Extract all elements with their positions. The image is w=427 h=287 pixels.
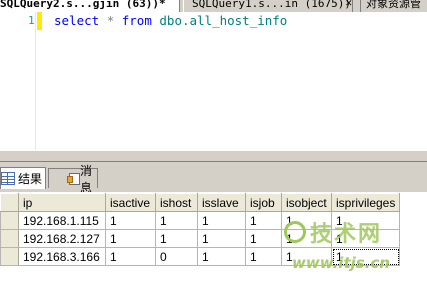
message-icon xyxy=(67,172,80,186)
row-selector[interactable] xyxy=(0,247,19,266)
results-table: ip isactive ishost isslave isjob isobjec… xyxy=(0,193,401,266)
cell-ishost[interactable]: 0 xyxy=(155,247,198,266)
cell-isactive[interactable]: 1 xyxy=(105,247,156,266)
column-header-isactive[interactable]: isactive xyxy=(105,193,156,212)
cell-isobject[interactable]: 1 xyxy=(281,247,332,266)
grid-icon xyxy=(1,172,15,185)
column-header-ishost[interactable]: ishost xyxy=(155,193,198,212)
code-line-1[interactable]: select * from dbo.all_host_info xyxy=(54,13,287,29)
cell-isobject[interactable]: 1 xyxy=(281,211,332,230)
column-header-isobject[interactable]: isobject xyxy=(281,193,332,212)
column-header-isslave[interactable]: isslave xyxy=(197,193,246,212)
cell-isprivileges[interactable]: 1 xyxy=(330,247,401,266)
change-indicator xyxy=(37,12,42,30)
tab-object-explorer[interactable]: 对象资源管 xyxy=(360,0,427,12)
tab-results-label: 结果 xyxy=(18,172,43,186)
results-tab-strip: 结果 消息 xyxy=(0,162,427,195)
cell-isslave[interactable]: 1 xyxy=(197,229,246,248)
tab-sqlquery1[interactable]: SQLQuery1.s...in (1675))* xyxy=(183,0,353,12)
table-row: 192.168.2.127 1 1 1 1 1 1 xyxy=(0,229,401,248)
cell-isactive[interactable]: 1 xyxy=(105,211,156,230)
cell-ishost[interactable]: 1 xyxy=(155,229,198,248)
table-row: 192.168.3.166 1 0 1 1 1 1 xyxy=(0,247,401,266)
cell-isslave[interactable]: 1 xyxy=(197,247,246,266)
column-header-isjob[interactable]: isjob xyxy=(245,193,282,212)
tab-messages-label: 消息 xyxy=(79,163,92,195)
cell-ishost[interactable]: 1 xyxy=(155,211,198,230)
row-selector[interactable] xyxy=(0,211,19,230)
cell-isprivileges[interactable]: 1 xyxy=(330,229,401,248)
document-tab-strip: SQLQuery2.s...gjin (63))* SQLQuery1.s...… xyxy=(0,0,427,12)
cell-ip[interactable]: 192.168.3.166 xyxy=(18,247,106,266)
line-number-gutter: 1 xyxy=(0,12,36,150)
row-selector[interactable] xyxy=(0,229,19,248)
cell-isactive[interactable]: 1 xyxy=(105,229,156,248)
cell-isslave[interactable]: 1 xyxy=(197,211,246,230)
keyword-from: from xyxy=(121,13,152,28)
cell-isjob[interactable]: 1 xyxy=(245,211,282,230)
cell-ip[interactable]: 192.168.1.115 xyxy=(18,211,106,230)
table-row: 192.168.1.115 1 1 1 1 1 1 xyxy=(0,211,401,230)
tab-sqlquery2[interactable]: SQLQuery2.s...gjin (63))* xyxy=(0,0,180,12)
line-number: 1 xyxy=(28,14,35,27)
header-row: ip isactive ishost isslave isjob isobjec… xyxy=(0,193,401,212)
column-header-isprivileges[interactable]: isprivileges xyxy=(330,193,401,212)
close-icon[interactable]: ✕ xyxy=(345,0,355,10)
grid-corner[interactable] xyxy=(0,193,19,212)
column-header-ip[interactable]: ip xyxy=(18,193,106,212)
operator-star: * xyxy=(106,13,115,28)
cell-isjob[interactable]: 1 xyxy=(245,229,282,248)
keyword-select: select xyxy=(54,13,100,28)
pane-splitter[interactable] xyxy=(0,150,427,162)
table-reference: dbo.all_host_info xyxy=(159,13,288,28)
cell-isobject[interactable]: 1 xyxy=(281,229,332,248)
query-editor[interactable]: 1 select * from dbo.all_host_info xyxy=(0,12,427,150)
tab-results[interactable]: 结果 xyxy=(0,167,46,189)
cell-isprivileges[interactable]: 1 xyxy=(330,211,401,230)
tab-messages[interactable]: 消息 xyxy=(48,164,98,195)
cell-isjob[interactable]: 1 xyxy=(245,247,282,266)
results-grid: ip isactive ishost isslave isjob isobjec… xyxy=(0,192,427,287)
cell-ip[interactable]: 192.168.2.127 xyxy=(18,229,106,248)
